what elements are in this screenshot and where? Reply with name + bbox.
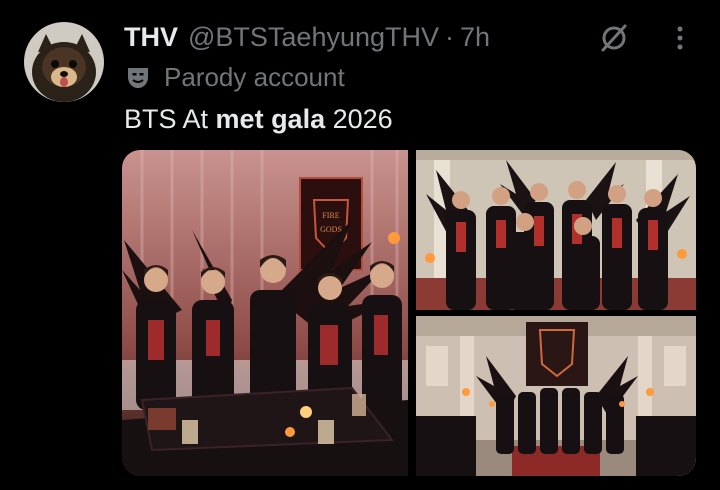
more-vertical-icon bbox=[677, 26, 683, 50]
tweet-text: BTS At met gala 2026 bbox=[124, 104, 393, 135]
sign-text-bottom: GODS bbox=[320, 225, 342, 234]
separator-dot: · bbox=[445, 21, 455, 52]
grok-icon bbox=[601, 24, 627, 52]
theater-mask-icon bbox=[128, 68, 148, 88]
avatar-dog-image bbox=[24, 22, 104, 102]
grok-button[interactable] bbox=[596, 20, 632, 56]
more-options-button[interactable] bbox=[666, 22, 694, 54]
media-grid: FIRE GODS bbox=[122, 150, 696, 476]
tweet-text-end: 2026 bbox=[325, 104, 393, 134]
tweet-header: THV @BTSTaehyungTHV · 7h bbox=[124, 20, 490, 54]
author-handle[interactable]: @BTSTaehyungTHV bbox=[188, 22, 439, 53]
sign-text-top: FIRE bbox=[322, 211, 339, 220]
media-image-2[interactable] bbox=[416, 150, 696, 310]
avatar[interactable] bbox=[24, 22, 104, 102]
parody-label-text: Parody account bbox=[164, 61, 345, 92]
tweet-text-start: BTS At bbox=[124, 104, 216, 134]
media-image-3[interactable] bbox=[416, 316, 696, 476]
post-time[interactable]: 7h bbox=[460, 22, 490, 53]
media-image-1[interactable]: FIRE GODS bbox=[122, 150, 408, 476]
tweet-text-bold: met gala bbox=[215, 104, 326, 134]
author-display-name[interactable]: THV bbox=[124, 22, 178, 53]
parody-label: Parody account bbox=[124, 60, 345, 94]
